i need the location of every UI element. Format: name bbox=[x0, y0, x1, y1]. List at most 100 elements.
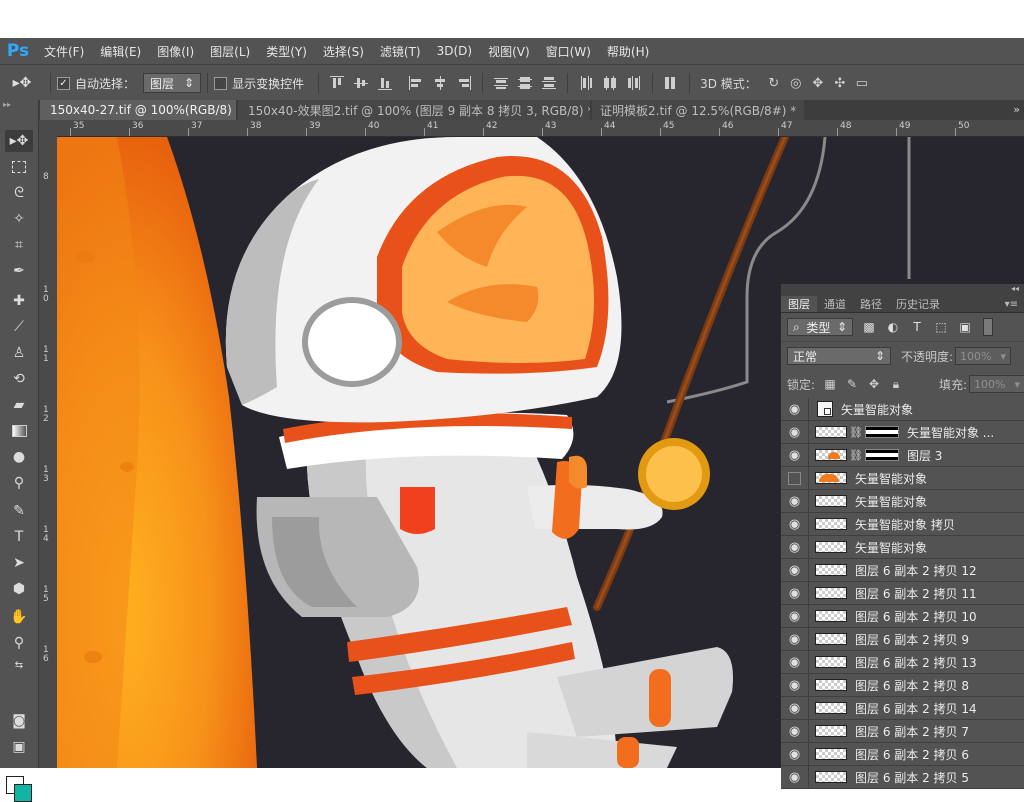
3d-slide-icon[interactable]: ✣ bbox=[832, 75, 848, 91]
ruler-origin[interactable] bbox=[39, 120, 57, 137]
menu-3d[interactable]: 3D(D) bbox=[429, 44, 480, 58]
visibility-eye-icon[interactable]: ◉ bbox=[781, 697, 809, 719]
distribute-left-icon[interactable] bbox=[579, 76, 593, 90]
blend-mode-dropdown[interactable]: 正常 ⇕ bbox=[787, 347, 891, 365]
tab-document-2[interactable]: 150x40-效果图2.tif @ 100% (图层 9 副本 8 拷贝 3, … bbox=[238, 100, 590, 120]
brush-tool-icon[interactable]: ⟋ bbox=[5, 316, 33, 338]
layer-row[interactable]: ◉ 图层 6 副本 2 拷贝 8 bbox=[781, 674, 1024, 697]
auto-select-target-dropdown[interactable]: 图层 ⇕ bbox=[143, 73, 202, 93]
distribute-top-icon[interactable] bbox=[494, 76, 509, 90]
lock-transparent-pixels-icon[interactable]: ▦ bbox=[823, 377, 837, 391]
distribute-bottom-icon[interactable] bbox=[542, 76, 557, 90]
gradient-tool-icon[interactable] bbox=[5, 420, 33, 442]
layer-row[interactable]: ◉ 图层 6 副本 2 拷贝 6 bbox=[781, 743, 1024, 766]
auto-select-checkbox[interactable]: ✓ bbox=[57, 76, 70, 90]
layer-row[interactable]: ◉ 图层 6 副本 2 拷贝 14 bbox=[781, 697, 1024, 720]
show-transform-checkbox[interactable] bbox=[214, 76, 228, 90]
layer-row[interactable]: ◉ 图层 6 副本 2 拷贝 12 bbox=[781, 559, 1024, 582]
visibility-eye-icon[interactable]: ◉ bbox=[781, 444, 809, 466]
align-bottom-edges-icon[interactable] bbox=[378, 76, 393, 90]
filter-adjustment-icon[interactable]: ◐ bbox=[885, 319, 901, 335]
layer-row[interactable]: ◉ 矢量智能对象 bbox=[781, 398, 1024, 421]
magic-wand-tool-icon[interactable]: ✧ bbox=[5, 208, 33, 230]
layer-row[interactable]: ◉ 图层 6 副本 2 拷贝 11 bbox=[781, 582, 1024, 605]
align-top-edges-icon[interactable] bbox=[330, 76, 345, 90]
link-chain-icon[interactable]: ⛓ bbox=[849, 449, 863, 462]
visibility-eye-icon[interactable]: ◉ bbox=[781, 651, 809, 673]
menu-window[interactable]: 窗口(W) bbox=[538, 43, 599, 60]
pen-tool-icon[interactable]: ✎ bbox=[5, 500, 33, 522]
3d-roll-icon[interactable]: ◎ bbox=[788, 75, 804, 91]
visibility-toggle-off[interactable] bbox=[781, 467, 809, 489]
zoom-tool-icon[interactable]: ⚲ bbox=[5, 632, 33, 654]
3d-pan-icon[interactable]: ✥ bbox=[810, 75, 826, 91]
lasso-tool-icon[interactable]: ᘓ bbox=[5, 182, 33, 204]
visibility-eye-icon[interactable]: ◉ bbox=[781, 674, 809, 696]
move-tool-preset-icon[interactable]: ▸✥ bbox=[0, 72, 44, 94]
tab-document-1[interactable]: 150x40-27.tif @ 100%(RGB/8) × bbox=[40, 100, 236, 120]
opacity-field[interactable]: 100% ▾ bbox=[955, 347, 1012, 365]
layer-row[interactable]: ◉ 图层 6 副本 2 拷贝 10 bbox=[781, 605, 1024, 628]
visibility-eye-icon[interactable]: ◉ bbox=[781, 605, 809, 627]
filter-pixel-icon[interactable]: ▩ bbox=[861, 319, 877, 335]
shape-tool-icon[interactable]: ⬢ bbox=[5, 578, 33, 600]
dodge-tool-icon[interactable]: ⚲ bbox=[5, 472, 33, 494]
link-chain-icon[interactable]: ⛓ bbox=[849, 426, 863, 439]
blur-tool-icon[interactable]: ● bbox=[5, 446, 33, 468]
visibility-eye-icon[interactable]: ◉ bbox=[781, 628, 809, 650]
clone-stamp-tool-icon[interactable]: ♙ bbox=[5, 342, 33, 364]
tab-paths[interactable]: 路径 bbox=[853, 296, 889, 312]
layer-row[interactable]: ◉ 图层 6 副本 2 拷贝 9 bbox=[781, 628, 1024, 651]
layer-row[interactable]: ◉ 矢量智能对象 bbox=[781, 490, 1024, 513]
tabs-overflow-arrow-icon[interactable]: » bbox=[1013, 103, 1020, 116]
fill-field[interactable]: 100% ▾ bbox=[969, 375, 1024, 393]
distribute-vertical-centers-icon[interactable] bbox=[518, 76, 533, 90]
tab-channels[interactable]: 通道 bbox=[817, 296, 853, 312]
history-brush-tool-icon[interactable]: ⟲ bbox=[5, 368, 33, 390]
visibility-eye-icon[interactable]: ◉ bbox=[781, 559, 809, 581]
layer-row[interactable]: ◉ 图层 6 副本 2 拷贝 5 bbox=[781, 766, 1024, 789]
quick-mask-icon[interactable]: ◙ bbox=[5, 710, 33, 732]
menu-filter[interactable]: 滤镜(T) bbox=[372, 43, 429, 60]
panel-collapse-icon[interactable]: ◂◂ bbox=[781, 284, 1024, 296]
menu-edit[interactable]: 编辑(E) bbox=[92, 43, 149, 60]
align-vertical-centers-icon[interactable] bbox=[354, 76, 369, 90]
tab-layers[interactable]: 图层 bbox=[781, 296, 817, 312]
tab-history[interactable]: 历史记录 bbox=[889, 296, 947, 312]
menu-file[interactable]: 文件(F) bbox=[36, 43, 92, 60]
lock-position-icon[interactable]: ✥ bbox=[867, 377, 881, 391]
marquee-tool-icon[interactable] bbox=[5, 156, 33, 178]
align-right-edges-icon[interactable] bbox=[457, 76, 472, 90]
filter-shape-icon[interactable]: ⬚ bbox=[933, 319, 949, 335]
lock-image-pixels-icon[interactable]: ✎ bbox=[845, 377, 859, 391]
visibility-eye-icon[interactable]: ◉ bbox=[781, 490, 809, 512]
layer-row[interactable]: ◉ 图层 6 副本 2 拷贝 7 bbox=[781, 720, 1024, 743]
filter-smart-object-icon[interactable]: ▣ bbox=[957, 319, 973, 335]
layer-row[interactable]: ◉ 矢量智能对象 bbox=[781, 536, 1024, 559]
layer-row[interactable]: ◉ 图层 6 副本 2 拷贝 13 bbox=[781, 651, 1024, 674]
visibility-eye-icon[interactable]: ◉ bbox=[781, 421, 809, 443]
layer-filter-kind-dropdown[interactable]: ⌕ 类型 ⇕ bbox=[787, 318, 853, 336]
hand-tool-icon[interactable]: ✋ bbox=[5, 606, 33, 628]
swap-colors-icon[interactable]: ⇆ bbox=[5, 654, 33, 676]
menu-view[interactable]: 视图(V) bbox=[480, 43, 538, 60]
layer-row[interactable]: ◉ ⛓ 图层 3 bbox=[781, 444, 1024, 467]
move-tool-icon[interactable]: ▸✥ bbox=[5, 130, 33, 152]
visibility-eye-icon[interactable]: ◉ bbox=[781, 582, 809, 604]
filter-toggle[interactable] bbox=[983, 318, 993, 336]
align-left-edges-icon[interactable] bbox=[409, 76, 423, 90]
filter-type-icon[interactable]: T bbox=[909, 319, 925, 335]
align-horizontal-centers-icon[interactable] bbox=[433, 76, 447, 90]
menu-image[interactable]: 图像(I) bbox=[149, 43, 202, 60]
screen-mode-icon[interactable]: ▣ bbox=[5, 736, 33, 758]
visibility-eye-icon[interactable]: ◉ bbox=[781, 720, 809, 742]
lock-all-icon[interactable]: 🔒︎ bbox=[889, 377, 903, 391]
background-color-swatch[interactable] bbox=[14, 784, 32, 802]
panel-menu-icon[interactable]: ▾≡ bbox=[998, 296, 1024, 312]
menu-layer[interactable]: 图层(L) bbox=[202, 43, 258, 60]
visibility-eye-icon[interactable]: ◉ bbox=[781, 513, 809, 535]
path-selection-tool-icon[interactable]: ➤ bbox=[5, 552, 33, 574]
visibility-eye-icon[interactable]: ◉ bbox=[781, 743, 809, 765]
layer-row[interactable]: ◉ ⛓ 矢量智能对象 ... bbox=[781, 421, 1024, 444]
visibility-eye-icon[interactable]: ◉ bbox=[781, 536, 809, 558]
